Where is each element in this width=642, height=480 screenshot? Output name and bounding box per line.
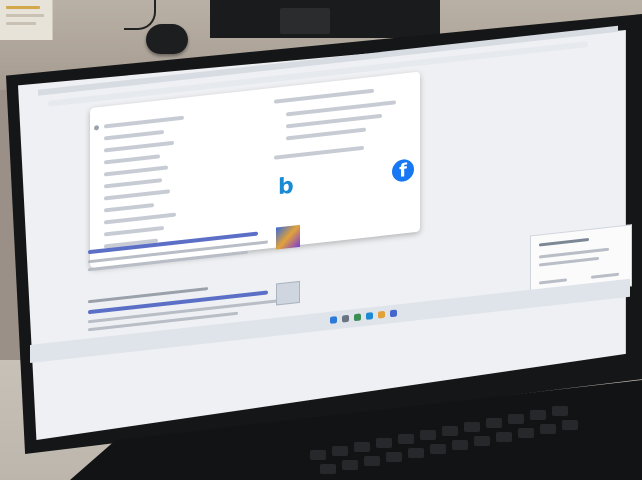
suggestion-item[interactable]	[104, 154, 160, 165]
suggestion-dropdown[interactable]: b f	[90, 71, 420, 269]
windows-start-icon[interactable]	[330, 316, 337, 324]
suggestion-item[interactable]	[104, 189, 170, 201]
suggestion-heading	[274, 145, 364, 160]
facebook-icon[interactable]: f	[392, 158, 414, 183]
result-thumbnail[interactable]	[276, 224, 300, 250]
result-thumbnail[interactable]	[276, 280, 300, 306]
edge-icon[interactable]	[366, 312, 373, 320]
taskbar-app-icon[interactable]	[354, 313, 361, 322]
notification-title	[539, 237, 589, 247]
suggestion-item[interactable]	[104, 165, 168, 177]
suggestion-item[interactable]	[104, 140, 174, 153]
suggestion-item[interactable]	[104, 115, 184, 129]
suggestion-item[interactable]	[104, 225, 164, 237]
suggestion-item[interactable]	[104, 202, 154, 213]
search-icon	[94, 125, 99, 131]
notification-button[interactable]	[539, 278, 567, 285]
suggestion-item[interactable]	[286, 127, 366, 141]
notification-text	[539, 256, 599, 267]
suggestion-item[interactable]	[286, 113, 382, 129]
taskbar-app-icon[interactable]	[390, 309, 397, 318]
suggestion-item[interactable]	[104, 212, 176, 225]
folder-icon[interactable]	[378, 310, 385, 319]
suggestion-item[interactable]	[104, 129, 164, 141]
notification-button[interactable]	[591, 272, 619, 279]
suggestion-heading	[274, 88, 374, 104]
bing-icon[interactable]: b	[278, 174, 294, 201]
search-icon[interactable]	[342, 314, 349, 323]
suggestion-item[interactable]	[104, 178, 162, 189]
